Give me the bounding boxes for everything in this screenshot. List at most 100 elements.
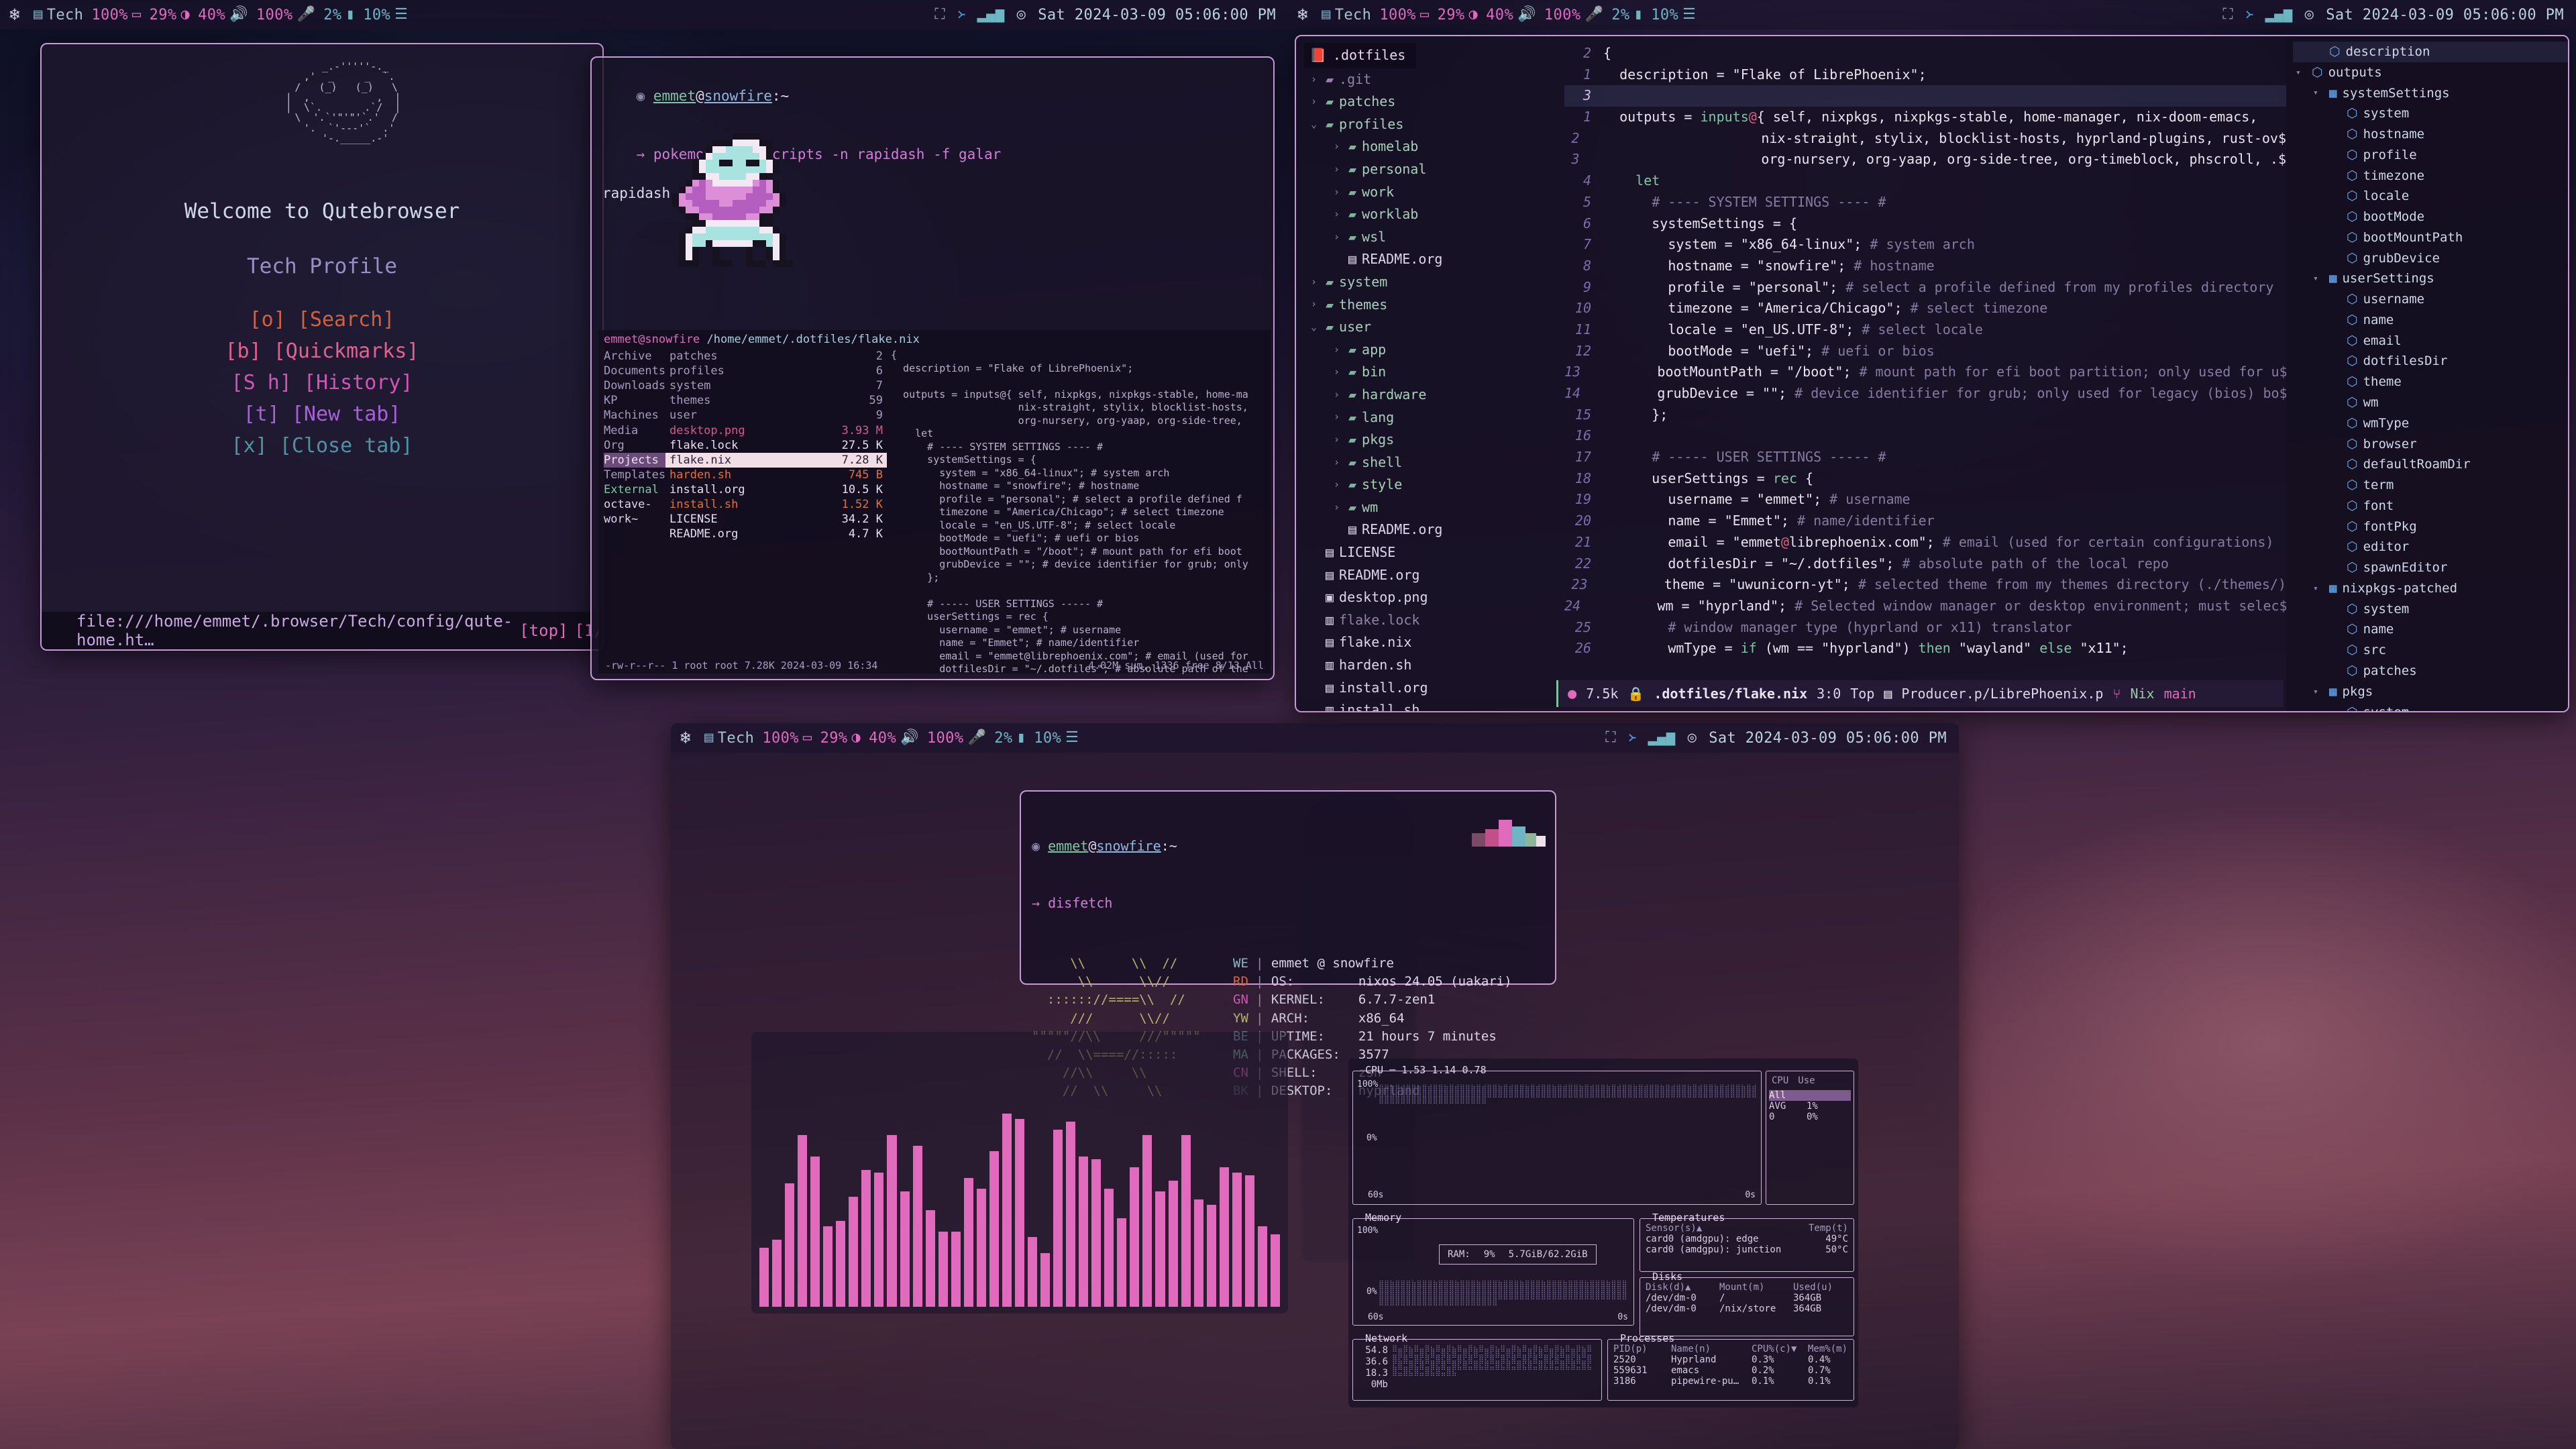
treemacs-dir-shell[interactable]: › ▰ shell [1304, 451, 1564, 474]
disc-icon[interactable]: ◎ [2305, 7, 2314, 22]
status-bar-bottom[interactable]: ❄ ▤ Tech 100% ▭ 29% ◑ 40% 🔊 100% 🎤 2% ▮ … [671, 723, 1959, 753]
treemacs-dir-personal[interactable]: › ▰ personal [1304, 158, 1564, 181]
nix-snowflake-icon[interactable]: ❄ [0, 6, 30, 23]
ranger-file-row[interactable]: patches 2 [665, 349, 887, 364]
outline-item-bootMode[interactable]: ⬡ bootMode [2293, 207, 2568, 227]
terminal-window[interactable]: ◉ emmet@snowfire:~ → pokemon-colorscript… [590, 56, 1275, 680]
ranger-parent-item[interactable]: Org [604, 438, 665, 453]
treemacs-dir-themes[interactable]: › ▰ themes [1304, 294, 1564, 317]
outline-item-bootMountPath[interactable]: ⬡ bootMountPath [2293, 227, 2568, 248]
cpu-widget[interactable]: 2% ▮ [1607, 7, 1647, 23]
btop-cpu-row[interactable]: 0 0% [1769, 1112, 1851, 1122]
screenshot-icon[interactable]: ⛶ [2222, 7, 2233, 22]
chevron-right-icon[interactable]: › [1334, 229, 1343, 246]
battery-widget[interactable]: 100% ▭ [87, 7, 145, 23]
btop-proc-col-pid[interactable]: PID(p) [1613, 1344, 1671, 1354]
outline-item-locale[interactable]: ⬡ locale [2293, 186, 2568, 207]
qutebrowser-shortcut-menu[interactable]: [o] [Search] [b] [Quickmarks] [S h] [Histo… [225, 308, 419, 458]
code-line[interactable]: 23 theme = "uwunicorn-yt"; # selected th… [1564, 574, 2286, 596]
treemacs-dir-style[interactable]: › ▰ style [1304, 474, 1564, 496]
btop-cpu-row[interactable]: AVG 1% [1769, 1101, 1851, 1112]
ranger-file-row[interactable]: flake.nix 7.28 K [665, 452, 887, 468]
treemacs-dir-lang[interactable]: › ▰ lang [1304, 407, 1564, 429]
outline-item-grubDevice[interactable]: ⬡ grubDevice [2293, 248, 2568, 269]
treemacs-file-desktop.png[interactable]: ▣ desktop.png [1304, 586, 1564, 609]
outline-item-profile[interactable]: ⬡ profile [2293, 145, 2568, 166]
outline-item-font[interactable]: ⬡ font [2293, 496, 2568, 517]
btop-temperatures-box[interactable]: Temperatures Sensor(s)▲ Temp(t) card0 (a… [1640, 1212, 1854, 1272]
ranger-parent-item[interactable]: KP [604, 393, 665, 408]
code-line[interactable]: 22 dotfilesDir = "~/.dotfiles"; # absolu… [1564, 553, 2286, 575]
treemacs-file-README.org[interactable]: ▤ README.org [1304, 564, 1564, 587]
chevron-right-icon[interactable]: › [1334, 364, 1343, 380]
emacs-window[interactable]: 📕 .dotfiles › ▰ .git › ▰ patches ⌄ ▰ profiles › ▰ h… [1295, 35, 2569, 712]
ranger-file-row[interactable]: desktop.png 3.93 M [665, 423, 887, 438]
chevron-down-icon[interactable]: ▾ [2313, 685, 2324, 699]
code-line[interactable]: 3 org-nursery, org-yaap, org-side-tree, … [1564, 149, 2286, 170]
ranger-file-row[interactable]: LICENSE 34.2 K [665, 512, 887, 527]
btop-proc-col-mem[interactable]: Mem%(m) [1808, 1344, 1847, 1354]
outline-item-wm[interactable]: ⬡ wm [2293, 392, 2568, 413]
hamburger-icon[interactable]: ☰ [1682, 7, 1696, 22]
disc-icon[interactable]: ◎ [1017, 7, 1026, 22]
disk-widget[interactable]: 29% ◑ [146, 7, 195, 23]
btop-processes-box[interactable]: Processes PID(p) Name(n) CPU%(c)▼ Mem%(m… [1607, 1332, 1854, 1401]
chevron-down-icon[interactable]: ▾ [2313, 582, 2324, 596]
code-line[interactable]: 10 timezone = "America/Chicago"; # selec… [1564, 298, 2286, 319]
chevron-down-icon[interactable]: ⌄ [1311, 319, 1320, 335]
ranger-file-row[interactable]: themes 59 [665, 393, 887, 408]
qutebrowser-window[interactable]: _.-'''''-._ ,' _ _ `. / (_) (_) \ | , , … [40, 43, 604, 651]
status-bar-right[interactable]: ❄ ▤ Tech 100% ▭ 29% ◑ 40% 🔊 100% 🎤 2% ▮ … [1288, 0, 2576, 30]
btop-proc-col-cpu[interactable]: CPU%(c)▼ [1752, 1344, 1808, 1354]
code-line[interactable]: 5 # ---- SYSTEM SETTINGS ---- # [1564, 192, 2286, 213]
btop-cpu-list-box[interactable]: CPU Use All AVG 1% 0 0% [1766, 1071, 1854, 1205]
treemacs-file-install.org[interactable]: ▤ install.org [1304, 677, 1564, 700]
code-line[interactable]: 15 }; [1564, 405, 2286, 426]
chevron-right-icon[interactable]: › [1334, 500, 1343, 516]
qute-shortcut-4[interactable]: [x] [Close tab] [231, 434, 413, 458]
ranger-parent-item[interactable]: Media [604, 423, 665, 438]
chevron-right-icon[interactable]: › [1334, 455, 1343, 471]
code-line[interactable]: 1 description = "Flake of LibrePhoenix"; [1564, 64, 2286, 86]
disfetch-window[interactable]: ◉ emmet@snowfire:~ → disfetch \\ \\ // \… [1020, 790, 1556, 1098]
chevron-right-icon[interactable]: › [1311, 72, 1320, 88]
brightness-widget[interactable]: 40% 🔊 [1482, 7, 1540, 23]
code-line[interactable]: 24 wm = "hyprland"; # Selected window ma… [1564, 596, 2286, 617]
ranger-parent-item[interactable]: Templates [604, 468, 665, 482]
treemacs-file-install.sh[interactable]: ▥ install.sh [1304, 699, 1564, 711]
network-icon[interactable]: ▂▄▆ [1648, 731, 1676, 745]
nix-snowflake-icon[interactable]: ❄ [1288, 6, 1318, 23]
ranger-parent-item[interactable]: octave-work~ [604, 497, 665, 527]
network-icon[interactable]: ▂▄▆ [977, 7, 1005, 22]
bluetooth-icon[interactable]: ᚛ [1628, 731, 1636, 745]
chevron-down-icon[interactable]: ⌄ [1311, 117, 1320, 133]
btop-disks-col-mount[interactable]: Mount(m) [1719, 1282, 1793, 1293]
workspace-indicator[interactable]: ▤ Tech [700, 730, 758, 747]
qute-shortcut-0[interactable]: [o] [Search] [250, 308, 395, 331]
chevron-down-icon[interactable]: ▾ [2296, 66, 2306, 80]
code-line[interactable]: 8 hostname = "snowfire"; # hostname [1564, 256, 2286, 277]
hamburger-icon[interactable]: ☰ [394, 7, 408, 22]
workspace-indicator[interactable]: ▤ Tech [30, 7, 87, 23]
battery-widget[interactable]: 100% ▭ [758, 730, 816, 747]
outline-item-nixpkgs-patched[interactable]: ▾ ▦ nixpkgs-patched [2293, 578, 2568, 599]
chevron-right-icon[interactable]: › [1334, 387, 1343, 403]
ranger-file-row[interactable]: install.org 10.5 K [665, 482, 887, 497]
ranger-parent-item[interactable]: Documents [604, 364, 665, 378]
treemacs-dir-pkgs[interactable]: › ▰ pkgs [1304, 429, 1564, 451]
bluetooth-icon[interactable]: ᚛ [2245, 7, 2253, 22]
treemacs-file-harden.sh[interactable]: ▥ harden.sh [1304, 654, 1564, 677]
outline-item-email[interactable]: ⬡ email [2293, 331, 2568, 352]
treemacs-dir-worklab[interactable]: › ▰ worklab [1304, 203, 1564, 226]
outline-item-hostname[interactable]: ⬡ hostname [2293, 124, 2568, 145]
ranger-parent-item[interactable]: Archive [604, 349, 665, 364]
ranger-file-manager[interactable]: emmet@snowfire /home/emmet/.dotfiles/fla… [598, 330, 1271, 675]
network-icon[interactable]: ▂▄▆ [2265, 7, 2293, 22]
code-line[interactable]: 7 system = "x86_64-linux"; # system arch [1564, 234, 2286, 256]
treemacs-file-README.org[interactable]: ▤ README.org [1304, 519, 1564, 541]
disk-widget[interactable]: 29% ◑ [816, 730, 865, 747]
code-line[interactable]: 2{ [1564, 43, 2286, 64]
btop-temps-col-sensor[interactable]: Sensor(s)▲ [1646, 1223, 1702, 1234]
treemacs-dir-.git[interactable]: › ▰ .git [1304, 68, 1564, 91]
chevron-down-icon[interactable]: ▾ [2313, 86, 2324, 100]
